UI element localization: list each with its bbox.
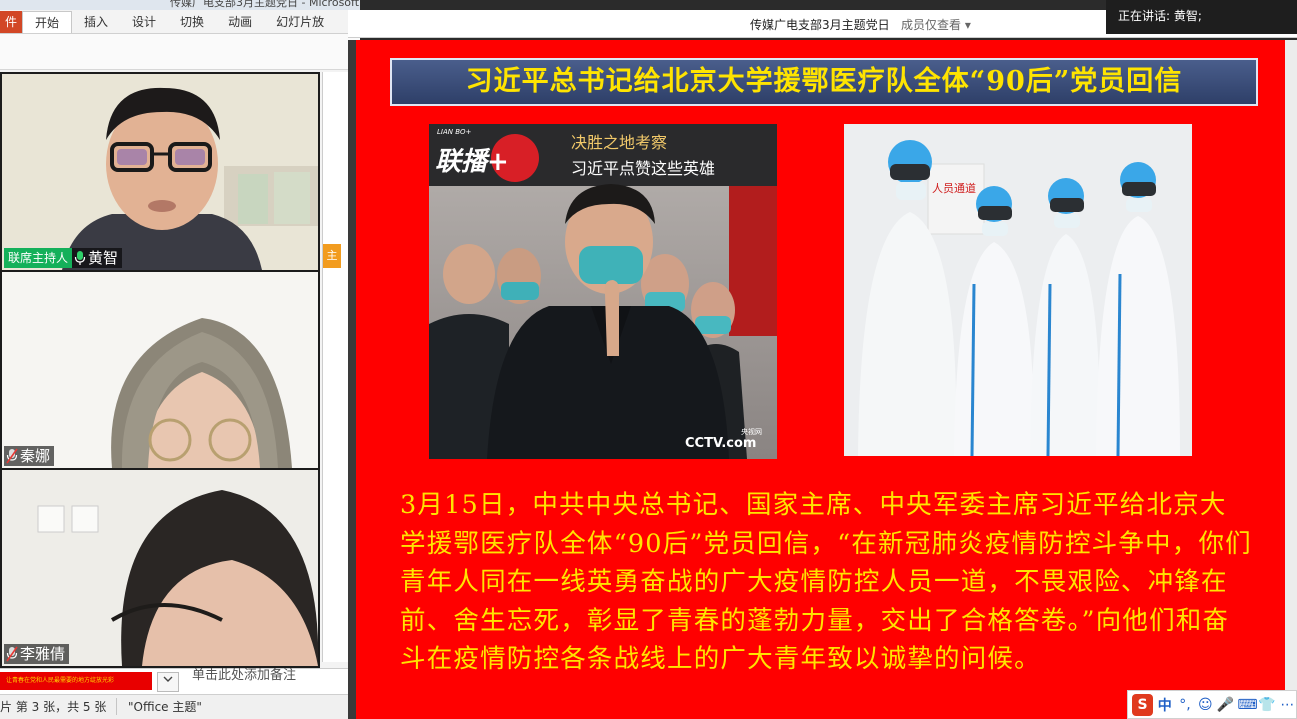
medical-team-photo: 人员通道 [844,124,1192,456]
status-theme: "Office 主题" [128,700,202,714]
door-sign-text: 人员通道 [932,181,976,195]
video-tile-participant[interactable]: 秦娜 [2,272,318,468]
skin-icon[interactable]: 👕 [1258,697,1275,713]
microphone-muted-icon [6,646,18,662]
microphone-muted-icon [6,448,18,464]
participant-video-panel: 联席主持人 黄智 秦娜 李雅倩 [0,72,320,668]
participant-label: 李雅倩 [4,644,70,664]
photo-caption-1: 决胜之地考察 [571,133,667,152]
ppt-ribbon-tabs: 件 开始 插入 设计 切换 动画 幻灯片放 [0,10,360,34]
ppt-tab-design[interactable]: 设计 [120,11,168,33]
video-tile-host[interactable]: 联席主持人 黄智 [2,74,318,270]
caret-down-icon: ▾ [964,18,971,32]
ppt-tab-slideshow[interactable]: 幻灯片放 [264,11,336,33]
ppt-status-bar: 片 第 3 张，共 5 张 "Office 主题" [0,694,348,719]
share-border [1285,40,1297,719]
microphone-on-icon [74,251,86,265]
ime-toolbar[interactable]: S 中 °, ☺ 🎤 ⌨ 👕 ⋯ [1127,690,1297,719]
participant-name-box: 秦娜 [4,446,55,466]
sogou-logo-icon[interactable]: S [1132,693,1154,716]
co-host-badge: 联席主持人 [4,248,73,268]
ppt-notes-pane[interactable]: 让青春在党和人民最需要的地方绽放光彩 单击此处添加备注 [0,668,348,694]
lianbo-logo: 联播+ [435,147,509,177]
punctuation-icon[interactable]: °, [1176,697,1193,713]
participant-video [2,74,318,270]
ppt-file-tab[interactable]: 件 [0,11,22,33]
participant-name: 黄智 [88,249,119,267]
ppt-tab-insert[interactable]: 插入 [72,11,120,33]
microphone-icon[interactable]: 🎤 [1217,697,1234,713]
logo-small-text: LIAN BO+ [437,128,472,136]
slide-photo-medical-team: 人员通道 [844,124,1192,456]
emoji-icon[interactable]: ☺ [1197,697,1214,713]
speaking-indicator: 正在讲话: 黄智; [1106,0,1297,34]
more-icon[interactable]: ⋯ [1279,697,1296,713]
ppt-window-title: 传媒广电支部3月主题党日 - Microsoft PowerPoint [0,0,360,10]
slide-body-text: 3月15日，中共中央总书记、国家主席、中央军委主席习近平给北京大学援鄂医疗队全体… [400,490,1252,674]
participant-label: 秦娜 [4,446,55,466]
participant-name: 李雅倩 [20,645,66,663]
ime-lang-toggle[interactable]: 中 [1156,695,1173,715]
participant-video [2,272,318,468]
video-tile-participant[interactable]: 李雅倩 [2,470,318,666]
cctv-watermark: CCTV.com [685,436,756,451]
news-photo: LIAN BO+ 联播+ 决胜之地考察 习近平点赞这些英雄 CCTV.com 央… [429,124,777,459]
photo-caption-2: 习近平点赞这些英雄 [571,159,715,178]
view-mode-label: 成员仅查看 [901,18,962,32]
slide-photo-inspection: LIAN BO+ 联播+ 决胜之地考察 习近平点赞这些英雄 CCTV.com 央… [429,124,777,459]
participant-name-box: 李雅倩 [4,644,70,664]
ppt-tab-animations[interactable]: 动画 [216,11,264,33]
view-mode-dropdown[interactable]: 成员仅查看 ▾ [901,16,971,33]
participant-video [2,470,318,666]
status-slide-count: 片 第 3 张，共 5 张 [0,698,118,715]
peek-tag: 主 [323,244,341,268]
chevron-down-icon [163,676,173,682]
meeting-title: 传媒广电支部3月主题党日 [750,18,890,32]
cctv-watermark-sub: 央视网 [741,427,762,436]
participant-name: 秦娜 [20,447,51,465]
notes-scroll-button[interactable] [157,672,179,692]
participant-label: 联席主持人 黄智 [4,248,123,268]
share-border [348,40,356,719]
ppt-ribbon-body [0,34,360,70]
ppt-tab-home[interactable]: 开始 [22,11,73,33]
notes-slide-thumbnail: 让青春在党和人民最需要的地方绽放光彩 [0,672,152,690]
notes-placeholder[interactable]: 单击此处添加备注 [192,669,296,683]
ppt-tab-transitions[interactable]: 切换 [168,11,216,33]
keyboard-icon[interactable]: ⌨ [1237,697,1257,713]
shared-slide: 习近平总书记给北京大学援鄂医疗队全体“90后”党员回信 LIAN BO+ 联播+… [356,40,1285,719]
participant-name-box: 黄智 [72,248,123,268]
slide-title: 习近平总书记给北京大学援鄂医疗队全体“90后”党员回信 [390,58,1258,106]
